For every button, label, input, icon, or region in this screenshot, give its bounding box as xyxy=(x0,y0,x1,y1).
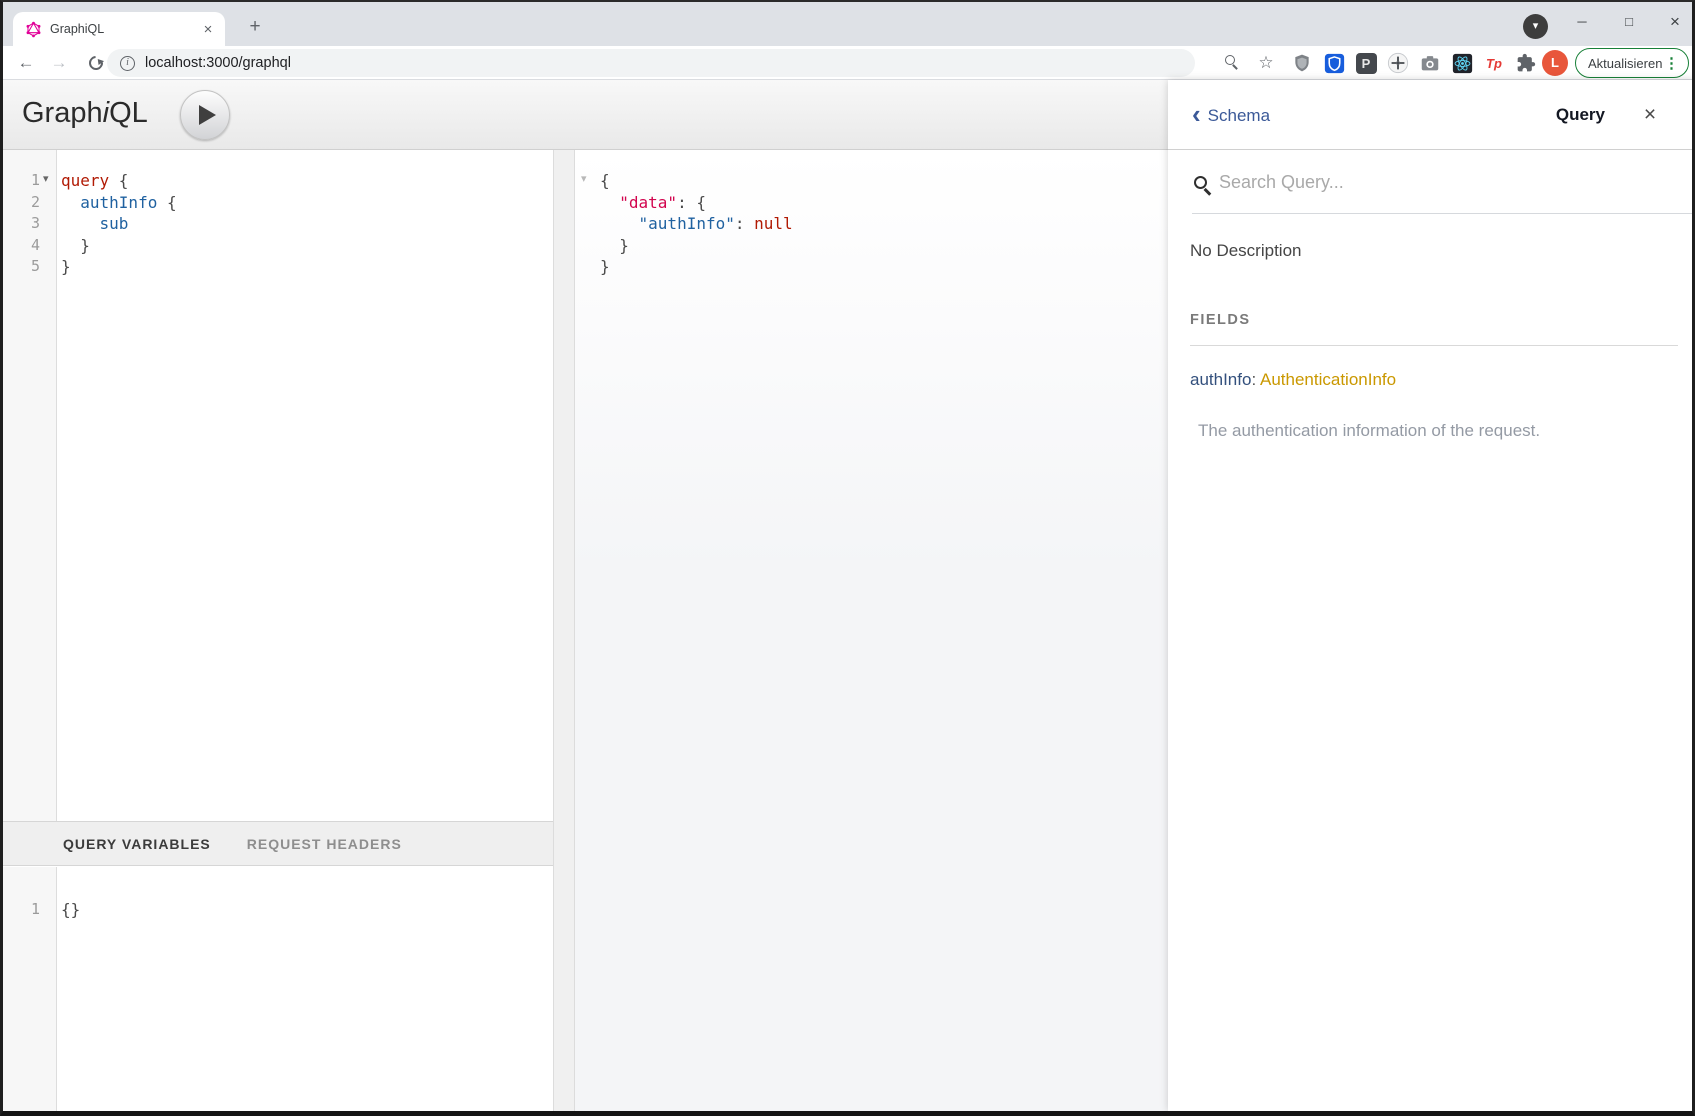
code-line[interactable]: } xyxy=(61,235,553,257)
tab-request-headers[interactable]: REQUEST HEADERS xyxy=(247,836,402,852)
line-number: 1 xyxy=(0,899,40,921)
tab-title: GraphiQL xyxy=(50,22,199,36)
doc-search-input[interactable] xyxy=(1219,172,1619,193)
result-viewer[interactable]: { "data": { "authInfo": null }} xyxy=(575,150,1168,1111)
variables-line-numbers: 1 xyxy=(0,867,40,921)
browser-menu-kebab-icon[interactable]: ⋮ xyxy=(1664,54,1679,72)
extension-tampermonkey-icon[interactable]: Tp xyxy=(1482,51,1506,75)
fold-arrow-icon[interactable]: ▾ xyxy=(43,172,49,185)
extension-p-icon[interactable]: P xyxy=(1354,51,1378,75)
doc-no-description: No Description xyxy=(1190,241,1302,261)
browser-tab[interactable]: GraphiQL × xyxy=(13,12,225,46)
doc-search-row xyxy=(1168,150,1695,214)
line-number: 4 xyxy=(0,235,40,257)
browser-navbar: ← → i localhost:3000/graphql ☆ P Tp xyxy=(0,46,1695,80)
code-line[interactable]: {} xyxy=(61,899,553,921)
window-close-icon[interactable]: × xyxy=(1658,8,1692,36)
nav-reload-icon[interactable] xyxy=(86,53,106,73)
new-tab-icon[interactable]: + xyxy=(242,16,268,38)
code-line[interactable]: query { xyxy=(61,170,553,192)
nav-forward-icon[interactable]: → xyxy=(45,46,73,80)
variables-tab-bar: QUERY VARIABLES REQUEST HEADERS xyxy=(0,821,553,866)
code-line[interactable]: "data": { xyxy=(600,192,1168,214)
query-editor[interactable]: 12345 query { authInfo { sub }} xyxy=(0,150,553,821)
doc-explorer-header: ‹Schema Query × xyxy=(1168,80,1695,150)
chevron-left-icon: ‹ xyxy=(1192,99,1201,129)
code-line[interactable]: } xyxy=(600,235,1168,257)
result-fold-arrow-icon[interactable]: ▾ xyxy=(581,172,587,185)
graphiql-logo: GraphiQL xyxy=(22,97,148,130)
search-icon xyxy=(1194,176,1207,189)
code-line[interactable]: } xyxy=(61,256,553,278)
doc-fields-heading: FIELDS xyxy=(1190,312,1251,328)
field-name-link[interactable]: authInfo xyxy=(1190,370,1251,389)
query-code[interactable]: query { authInfo { sub }} xyxy=(61,170,553,278)
doc-title: Query xyxy=(1556,105,1605,125)
address-bar[interactable]: i localhost:3000/graphql xyxy=(107,49,1195,77)
extensions-puzzle-icon[interactable] xyxy=(1514,51,1538,75)
line-number: 2 xyxy=(0,192,40,214)
extension-move-circle-icon[interactable] xyxy=(1386,51,1410,75)
code-line[interactable]: { xyxy=(600,170,1168,192)
profile-avatar[interactable]: L xyxy=(1542,50,1568,76)
variables-editor-gutter: 1 xyxy=(0,867,57,1111)
bookmark-star-icon[interactable]: ☆ xyxy=(1252,46,1280,80)
browser-titlebar: GraphiQL × + ▾ ─ □ × xyxy=(0,0,1695,46)
code-line[interactable]: } xyxy=(600,256,1168,278)
variables-code[interactable]: {} xyxy=(61,899,553,921)
extension-bitwarden-icon[interactable] xyxy=(1322,51,1346,75)
doc-close-icon[interactable]: × xyxy=(1605,103,1695,127)
extension-ublock-icon[interactable] xyxy=(1290,51,1314,75)
doc-back-link[interactable]: ‹Schema xyxy=(1192,99,1556,130)
code-line[interactable]: authInfo { xyxy=(61,192,553,214)
variables-editor[interactable]: 1 {} xyxy=(0,867,553,1111)
line-number: 5 xyxy=(0,256,40,278)
extension-react-devtools-icon[interactable] xyxy=(1450,51,1474,75)
doc-field-row: authInfo: AuthenticationInfo xyxy=(1190,370,1396,390)
window-maximize-icon[interactable]: □ xyxy=(1612,8,1646,36)
download-status-icon[interactable]: ▾ xyxy=(1523,14,1548,39)
extensions-row: P Tp xyxy=(1290,51,1538,75)
field-description: The authentication information of the re… xyxy=(1198,421,1540,441)
query-editor-gutter: 12345 xyxy=(0,150,57,821)
extension-camera-icon[interactable] xyxy=(1418,51,1442,75)
result-code: { "data": { "authInfo": null }} xyxy=(600,170,1168,278)
tab-close-icon[interactable]: × xyxy=(199,21,217,38)
graphql-favicon-icon xyxy=(25,21,42,38)
tab-query-variables[interactable]: QUERY VARIABLES xyxy=(63,836,211,852)
window-minimize-icon[interactable]: ─ xyxy=(1565,8,1599,36)
divider xyxy=(1190,345,1678,346)
update-label: Aktualisieren xyxy=(1588,56,1664,71)
line-number: 1 xyxy=(0,170,40,192)
doc-explorer-panel: ‹Schema Query × No Description FIELDS au… xyxy=(1168,80,1695,1111)
zoom-page-icon[interactable] xyxy=(1225,55,1235,65)
nav-back-icon[interactable]: ← xyxy=(12,46,40,80)
type-name-link[interactable]: AuthenticationInfo xyxy=(1260,370,1396,389)
line-number: 3 xyxy=(0,213,40,235)
code-line[interactable]: "authInfo": null xyxy=(600,213,1168,235)
query-line-numbers: 12345 xyxy=(0,150,40,278)
execute-query-button[interactable] xyxy=(180,90,230,140)
url-text[interactable]: localhost:3000/graphql xyxy=(145,55,291,71)
graphiql-topbar: GraphiQL PrettifyMergeCopyHistoryShare xyxy=(0,80,1168,150)
play-icon xyxy=(199,105,216,125)
code-line[interactable]: sub xyxy=(61,213,553,235)
pane-resize-handle[interactable] xyxy=(553,150,575,1111)
browser-update-button[interactable]: Aktualisieren ⋮ xyxy=(1575,48,1689,78)
site-info-icon[interactable]: i xyxy=(120,56,135,71)
